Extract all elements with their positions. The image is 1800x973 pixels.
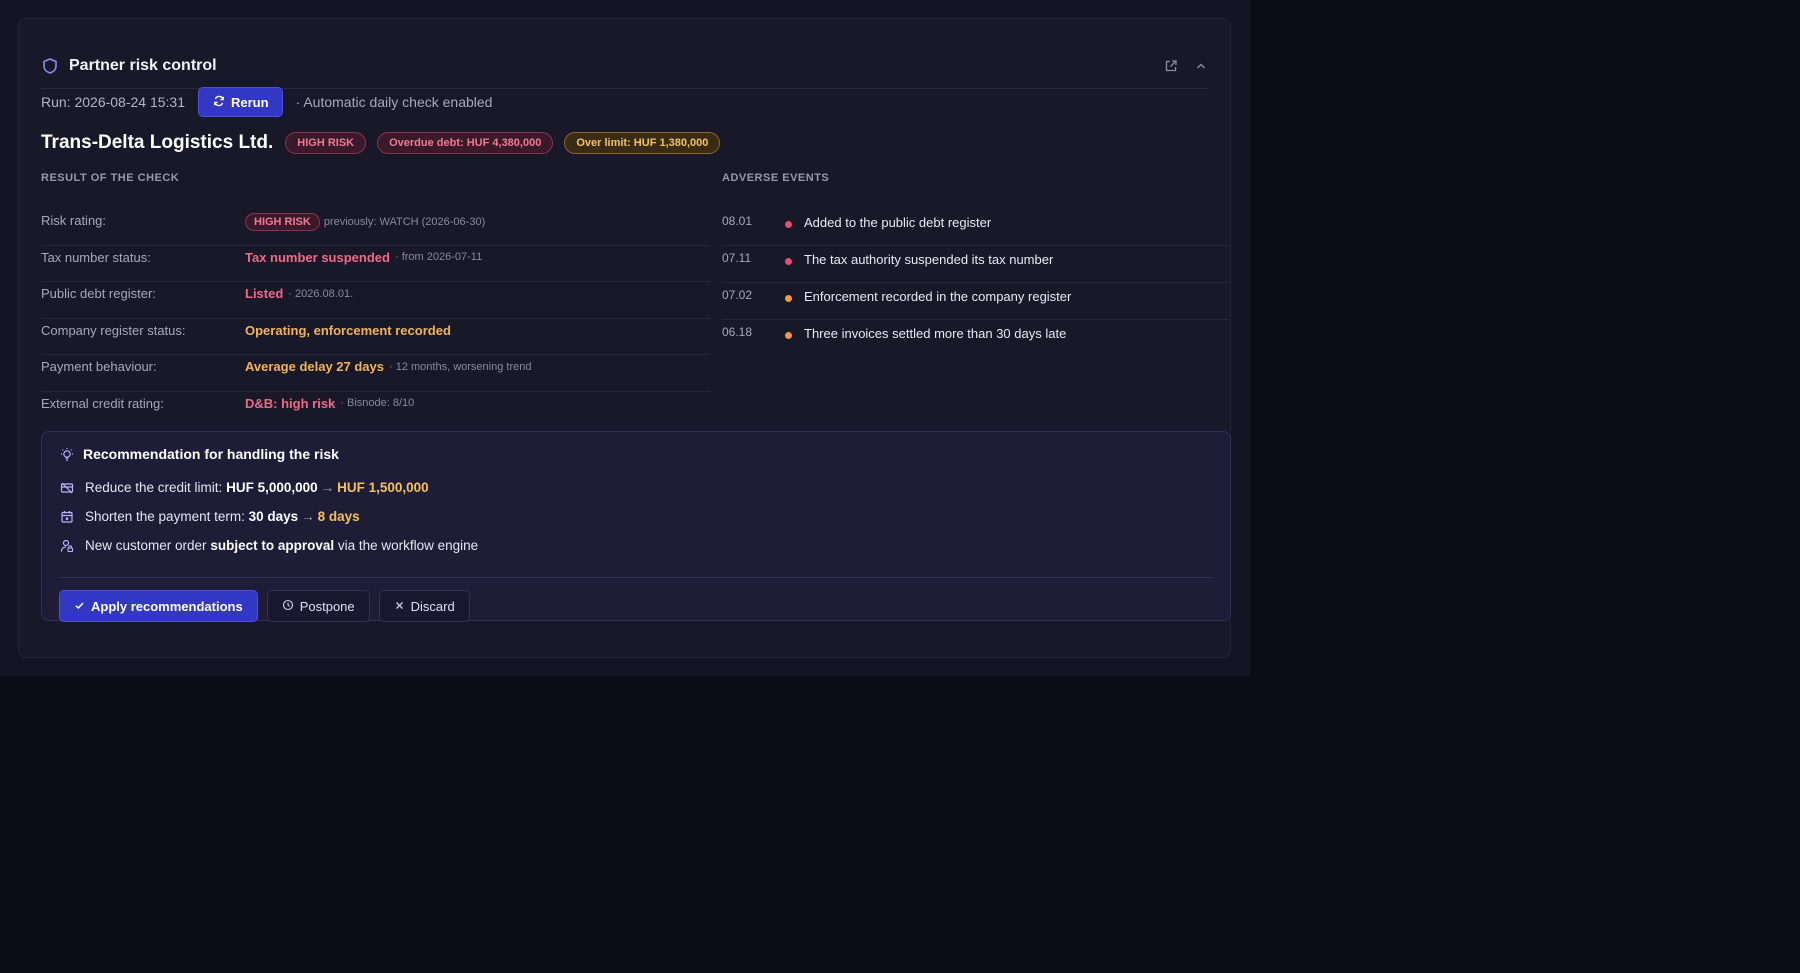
check-row-company-register: Company register status: Operating, enfo… bbox=[41, 319, 711, 355]
run-timestamp: Run: 2026-08-24 15:31 bbox=[41, 94, 185, 110]
event-item: 07.02 Enforcement recorded in the compan… bbox=[722, 283, 1229, 320]
event-text: Three invoices settled more than 30 days… bbox=[804, 326, 1067, 341]
check-row-tax-number: Tax number status: Tax number suspended … bbox=[41, 246, 711, 282]
apply-label: Apply recommendations bbox=[91, 598, 243, 614]
severity-dot bbox=[785, 332, 792, 339]
check-label: Tax number status: bbox=[41, 249, 151, 265]
rerun-button[interactable]: Rerun bbox=[198, 87, 283, 117]
check-label: Company register status: bbox=[41, 322, 186, 338]
event-text: Enforcement recorded in the company regi… bbox=[804, 289, 1072, 304]
limit-to: HUF 1,500,000 bbox=[337, 480, 429, 495]
event-text: The tax authority suspended its tax numb… bbox=[804, 252, 1054, 267]
partner-name: Trans-Delta Logistics Ltd. bbox=[41, 132, 274, 153]
card-title: Partner risk control bbox=[69, 57, 217, 74]
check-row-risk-rating: Risk rating: HIGH RISK previously: WATCH… bbox=[41, 209, 711, 246]
check-value: Listed · 2026.08.01. bbox=[245, 286, 353, 301]
events-section-title: ADVERSE EVENTS bbox=[722, 172, 830, 184]
check-value: Operating, enforcement recorded bbox=[245, 323, 451, 338]
order-suffix: via the workflow engine bbox=[337, 538, 479, 553]
event-text: Added to the public debt register bbox=[804, 215, 992, 230]
recommendation-actions: Apply recommendations Postpone Discard bbox=[59, 590, 470, 622]
check-label: External credit rating: bbox=[41, 395, 164, 411]
auto-check-note: · Automatic daily check enabled bbox=[295, 94, 493, 110]
check-note: · 2026.08.01. bbox=[288, 287, 354, 300]
run-row: Run: 2026-08-24 15:31 Rerun · Automatic … bbox=[41, 87, 492, 117]
check-note: previously: WATCH (2026-06-30) bbox=[323, 216, 486, 228]
checks-section-title: RESULT OF THE CHECK bbox=[41, 172, 180, 184]
event-item: 08.01 Added to the public debt register bbox=[722, 209, 1229, 246]
check-note: · 12 months, worsening trend bbox=[389, 360, 532, 373]
check-results: Risk rating: HIGH RISK previously: WATCH… bbox=[41, 209, 711, 428]
risk-rating-badge: HIGH RISK bbox=[245, 213, 320, 231]
debt-register-value: Listed bbox=[245, 286, 284, 301]
term-arrow: → bbox=[301, 509, 315, 524]
check-row-payment-behaviour: Payment behaviour: Average delay 27 days… bbox=[41, 355, 711, 392]
discard-button[interactable]: Discard bbox=[378, 590, 470, 622]
severity-dot bbox=[785, 221, 792, 228]
check-value: Tax number suspended · from 2026-07-11 bbox=[245, 250, 482, 265]
payment-behaviour-value: Average delay 27 days bbox=[245, 359, 384, 374]
event-date: 06.18 bbox=[722, 325, 753, 339]
check-note: · from 2026-07-11 bbox=[394, 251, 483, 263]
term-to: 8 days bbox=[317, 509, 360, 524]
check-row-public-debt: Public debt register: Listed · 2026.08.0… bbox=[41, 282, 711, 319]
order-bold: subject to approval bbox=[210, 538, 335, 553]
check-note: · Bisnode: 8/10 bbox=[340, 397, 415, 409]
severity-dot bbox=[785, 258, 792, 265]
close-icon bbox=[394, 599, 405, 614]
event-item: 06.18 Three invoices settled more than 3… bbox=[722, 320, 1229, 357]
limit-prefix: Reduce the credit limit: bbox=[85, 480, 223, 495]
recommendation-credit-limit: Reduce the credit limit: HUF 5,000,000 →… bbox=[60, 480, 429, 495]
event-date: 07.02 bbox=[722, 288, 753, 302]
lightbulb-icon bbox=[60, 448, 74, 462]
recommendation-title: Recommendation for handling the risk bbox=[83, 446, 339, 462]
risk-control-card: Partner risk control Run: 2026-08-24 15:… bbox=[18, 18, 1231, 658]
recommendation-order-approval: New customer order subject to approval v… bbox=[60, 538, 478, 553]
credit-rating-value: D&B: high risk bbox=[245, 395, 336, 411]
check-row-credit-rating: External credit rating: D&B: high risk ·… bbox=[41, 392, 711, 429]
credit-card-off-icon bbox=[60, 481, 74, 495]
order-prefix: New customer order bbox=[85, 538, 207, 553]
postpone-label: Postpone bbox=[299, 598, 355, 614]
external-link-icon[interactable] bbox=[1164, 59, 1178, 73]
clock-icon bbox=[282, 599, 294, 614]
user-lock-icon bbox=[60, 539, 74, 553]
check-label: Payment behaviour: bbox=[41, 359, 157, 374]
check-value: Average delay 27 days · 12 months, worse… bbox=[245, 359, 531, 374]
recommendation-divider bbox=[60, 577, 1212, 578]
tax-status-value: Tax number suspended bbox=[245, 249, 390, 265]
partner-header: Trans-Delta Logistics Ltd. HIGH RISK Ove… bbox=[41, 132, 731, 154]
app-frame: Partner risk control Run: 2026-08-24 15:… bbox=[0, 0, 1250, 676]
adverse-events-list: 08.01 Added to the public debt register … bbox=[722, 209, 1229, 357]
overlimit-badge: Over limit: HUF 1,380,000 bbox=[564, 132, 721, 154]
header-actions bbox=[1164, 59, 1208, 73]
limit-arrow: → bbox=[320, 480, 335, 495]
limit-from: HUF 5,000,000 bbox=[226, 480, 318, 495]
card-header: Partner risk control bbox=[41, 39, 1208, 89]
check-value: HIGH RISK previously: WATCH (2026-06-30) bbox=[245, 213, 485, 231]
severity-dot bbox=[785, 295, 792, 302]
rerun-label: Rerun bbox=[231, 94, 269, 110]
check-icon bbox=[74, 599, 85, 614]
company-register-value: Operating, enforcement recorded bbox=[245, 322, 451, 338]
event-date: 07.11 bbox=[722, 251, 752, 265]
recommendation-panel: Recommendation for handling the risk Red… bbox=[41, 431, 1231, 622]
event-date: 08.01 bbox=[722, 214, 753, 228]
recommendation-payment-term: Shorten the payment term: 30 days → 8 da… bbox=[60, 509, 360, 524]
check-label: Risk rating: bbox=[41, 213, 107, 228]
apply-recommendations-button[interactable]: Apply recommendations bbox=[59, 590, 258, 622]
discard-label: Discard bbox=[410, 598, 455, 614]
chevron-up-icon[interactable] bbox=[1194, 59, 1208, 73]
term-from: 30 days bbox=[248, 509, 299, 524]
risk-badge: HIGH RISK bbox=[285, 132, 367, 154]
shield-icon bbox=[41, 57, 59, 75]
refresh-icon bbox=[213, 95, 225, 110]
event-item: 07.11 The tax authority suspended its ta… bbox=[722, 246, 1229, 283]
postpone-button[interactable]: Postpone bbox=[266, 590, 370, 622]
check-label: Public debt register: bbox=[41, 286, 156, 301]
term-prefix: Shorten the payment term: bbox=[85, 509, 245, 524]
overdue-badge: Overdue debt: HUF 4,380,000 bbox=[377, 132, 554, 154]
check-value: D&B: high risk · Bisnode: 8/10 bbox=[245, 396, 414, 411]
calendar-icon bbox=[60, 510, 74, 524]
